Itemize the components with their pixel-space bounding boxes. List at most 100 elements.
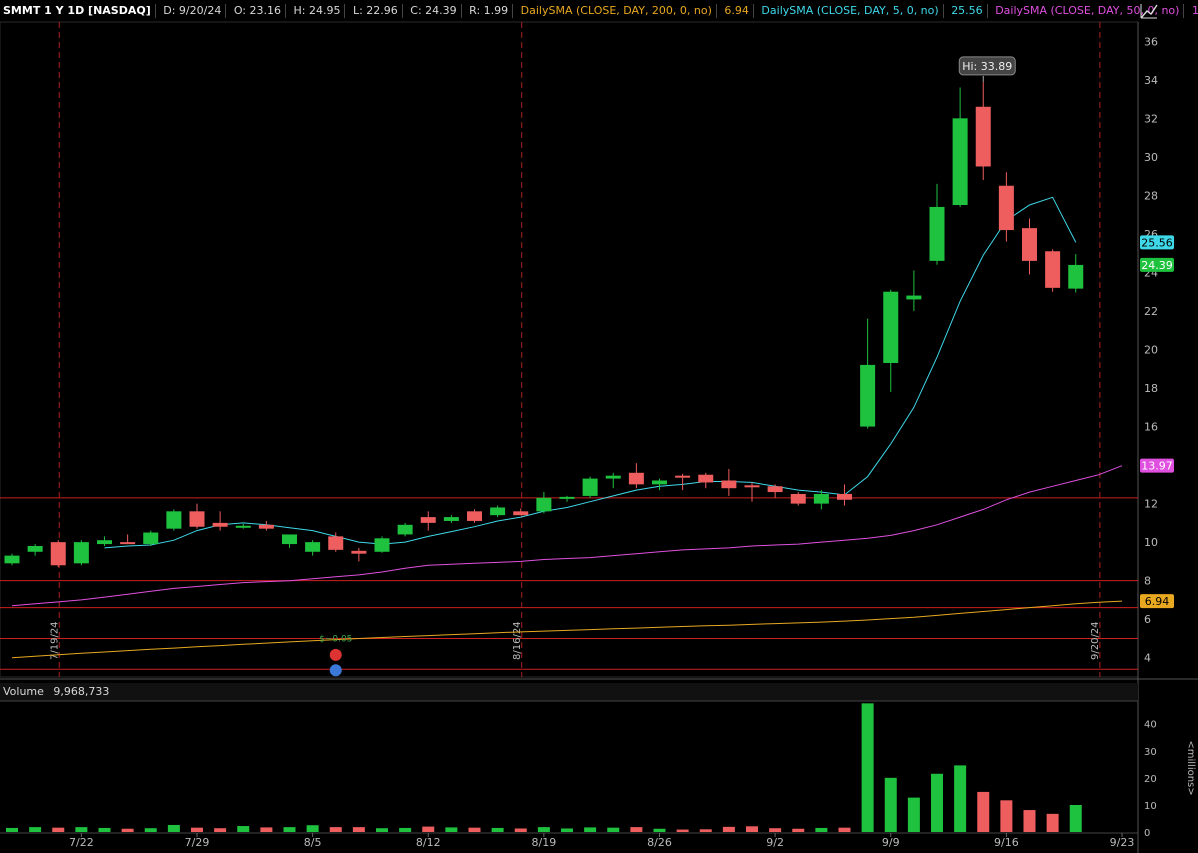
candle-body [258,524,274,529]
candle-body [73,542,89,564]
study-sma200-label[interactable]: DailySMA (CLOSE, DAY, 200, 0, no) [518,0,715,22]
price-tick-label: 20 [1144,344,1158,357]
candle-body [1045,251,1061,288]
low-value: L: 22.96 [352,4,398,17]
chart-header: SMMT 1 Y 1D [NASDAQ] D: 9/20/24 O: 23.16… [0,0,1198,22]
volume-bar [884,777,897,832]
volume-bar [6,827,18,832]
hi-callout-text: Hi: 33.89 [962,60,1012,73]
earnings-marker-icon [329,648,342,661]
price-tick-label: 30 [1144,151,1158,164]
candle-body [143,532,159,545]
price-tick-label: 16 [1144,421,1158,434]
open-value: O: 23.16 [233,4,281,17]
candle-body [628,472,644,485]
x-tick-label: 9/9 [882,836,900,849]
volume-bar [931,773,943,832]
candle-body [998,185,1014,231]
study-sma50-value: 13.97 [1191,4,1198,17]
candle-body [721,480,737,489]
volume-bar [237,826,250,832]
study-sma5-label[interactable]: DailySMA (CLOSE, DAY, 5, 0, no) [758,0,941,22]
volume-bar [699,829,712,832]
volume-bar [584,827,597,832]
candle-body [559,496,575,499]
candle-body [4,555,20,564]
volume-bar [491,827,504,832]
price-tick-label: 34 [1144,74,1158,87]
candle-body [120,542,136,545]
candle-body [420,517,436,523]
price-tick-label: 28 [1144,189,1158,202]
period-marker-label: 8/16/24 [512,621,523,660]
volume-header: Volume 9,968,733 [0,683,112,701]
volume-tick-label: 20 [1144,774,1157,785]
symbol-label[interactable]: SMMT 1 Y 1D [NASDAQ] [0,0,154,22]
volume-bar [191,827,203,832]
volume-bar [329,827,342,832]
candle-body [975,106,991,167]
candle-body [929,206,945,261]
candle-body [652,480,667,485]
volume-bar [722,826,735,832]
price-tick-label: 22 [1144,305,1158,318]
volume-tick-label: 40 [1144,720,1157,731]
candle-body [513,511,529,516]
volume-bar [75,827,88,832]
candle-body [1022,228,1037,261]
study-sma200-value: 6.94 [724,4,749,17]
range-value: R: 1.99 [469,4,509,17]
volume-bar [121,828,134,832]
candle-body [883,291,899,363]
volume-bar [815,827,828,832]
candle-body [166,511,182,529]
volume-bar [468,827,481,832]
candle-body [952,118,968,206]
x-tick-label: 8/12 [416,836,441,849]
volume-tick-label: 30 [1144,747,1157,758]
volume-unit-label: <millions> [1185,740,1196,795]
volume-bar [676,829,689,832]
candle-body [212,522,228,527]
price-tick-label: 32 [1144,112,1158,125]
volume-bar [29,827,42,832]
volume-bar [422,826,435,832]
drawing-tool-icon[interactable] [1139,2,1159,20]
sma50-line [11,465,1123,607]
candle-body [27,546,43,552]
volume-tick-label: 0 [1144,828,1150,839]
dividend-label: $~0.05 [319,634,352,644]
candle-body [235,525,251,528]
price-tick-label: 6 [1144,613,1151,626]
candle-body [744,485,760,488]
price-chart[interactable]: 7/19/248/16/249/20/244681012141618202224… [0,0,1198,853]
x-tick-label: 8/5 [304,836,322,849]
volume-bar [653,828,666,832]
volume-header-bg [0,683,1138,701]
volume-bar [792,828,805,832]
volume-bar [260,827,273,832]
x-tick-label: 9/16 [994,836,1019,849]
candle-body [582,478,598,496]
volume-bar [746,826,758,832]
candle-body [1068,264,1084,289]
price-tick-label: 10 [1144,536,1158,549]
x-tick-label: 7/22 [69,836,94,849]
volume-bar [537,827,550,832]
sma5-last-tag: 25.56 [1141,236,1173,249]
sma50-last-tag: 13.97 [1141,460,1173,473]
candle-body [767,486,783,493]
candle-body [860,364,876,427]
candle-body [837,493,852,500]
close-last-tag: 24.39 [1141,259,1173,272]
candle-body [443,517,459,521]
candle-body [698,474,714,483]
candle-body [97,540,112,545]
price-tick-label: 8 [1144,575,1151,588]
volume-bar [954,765,967,832]
candle-body [351,550,367,554]
candle-body [790,493,806,504]
volume-bar [1000,800,1013,832]
volume-tick-label: 10 [1144,801,1157,812]
candle-body [50,542,66,566]
